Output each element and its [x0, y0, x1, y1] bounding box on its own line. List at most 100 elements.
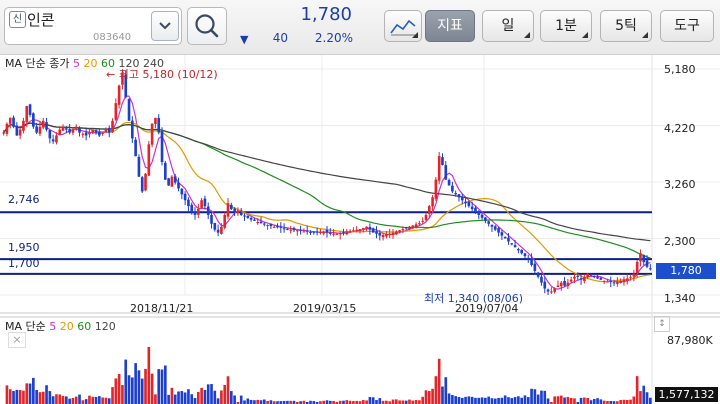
volume-bar	[583, 397, 586, 404]
volume-bar	[51, 396, 55, 404]
volume-bar	[414, 400, 418, 404]
volume-bar	[127, 375, 131, 404]
volume-bar	[94, 396, 98, 404]
candle-body	[210, 214, 213, 224]
volume-bar	[210, 384, 213, 404]
volume-bar	[32, 377, 35, 404]
candle-body	[286, 228, 289, 230]
candle-body	[203, 198, 207, 207]
volume-bar	[183, 392, 187, 404]
price-ma-label: MA 단순 종가	[5, 57, 70, 70]
candle-body	[467, 201, 471, 207]
stock-selector[interactable]: 신 인콘 083640	[4, 7, 182, 45]
volume-bar	[394, 399, 398, 404]
candle-body	[177, 182, 180, 189]
candle-body	[559, 282, 563, 287]
volume-bar	[45, 385, 48, 404]
volume-bar	[104, 397, 108, 404]
ma-20-line	[3, 121, 651, 283]
ma-20-label: 20	[83, 57, 98, 70]
tick-label: 5틱	[615, 18, 637, 34]
level-line-label: 2,746	[8, 193, 40, 206]
candle-body	[576, 275, 580, 277]
candle-body	[550, 291, 553, 293]
candle-body	[107, 127, 111, 133]
volume-bar	[164, 365, 167, 404]
candle-body	[32, 113, 35, 127]
candle-body	[256, 222, 260, 224]
price-change: 40	[272, 31, 288, 45]
period-button[interactable]: 일	[482, 10, 534, 42]
candle-body	[513, 245, 517, 248]
candle-body	[612, 282, 616, 284]
candle-body	[114, 103, 118, 120]
volume-bar	[216, 398, 220, 404]
volume-bar	[200, 387, 203, 404]
candle-body	[507, 237, 510, 242]
volume-bar	[25, 383, 29, 404]
price-volume-chart[interactable]	[0, 55, 720, 404]
volume-bar	[526, 397, 530, 404]
candle-body	[477, 210, 481, 215]
stock-dropdown-button[interactable]	[151, 11, 179, 41]
volume-bar	[632, 396, 636, 404]
candle-body	[533, 263, 537, 271]
volume-bar	[111, 387, 114, 404]
candle-body	[622, 279, 626, 283]
volume-bar	[84, 399, 88, 404]
volume-bar	[253, 400, 256, 404]
candle-body	[365, 226, 368, 230]
candle-body	[259, 221, 263, 224]
candle-body	[305, 230, 309, 232]
candle-body	[170, 176, 174, 187]
candle-body	[322, 231, 326, 234]
candle-body	[147, 144, 151, 176]
volume-bar	[421, 396, 425, 404]
volume-bar	[223, 384, 227, 404]
minute-button[interactable]: 1분	[540, 10, 592, 42]
tools-button[interactable]: 도구	[660, 10, 714, 42]
volume-bar	[58, 394, 62, 404]
volume-bar	[259, 400, 263, 404]
volume-bar	[134, 363, 137, 404]
chart-type-button[interactable]	[384, 10, 422, 42]
volume-bar	[451, 395, 454, 404]
volume-bar	[170, 387, 174, 404]
indicator-button[interactable]: 지표	[425, 10, 475, 42]
y-tick-label: 2,300	[664, 235, 696, 248]
candle-body	[404, 227, 408, 229]
candle-body	[131, 120, 134, 139]
volume-bar	[98, 396, 101, 404]
candle-body	[51, 139, 55, 142]
close-icon[interactable]: ×	[8, 332, 26, 348]
price-change-rate: 2.20%	[314, 31, 353, 45]
minute-label: 1분	[555, 18, 577, 34]
volume-bar	[622, 399, 626, 404]
candle-body	[573, 276, 576, 279]
resize-handle-icon[interactable]: ↕	[654, 316, 670, 332]
search-button[interactable]	[187, 7, 227, 45]
candle-body	[2, 132, 5, 134]
volume-bar	[457, 397, 461, 404]
volume-bar	[38, 392, 42, 404]
candle-body	[137, 156, 141, 177]
candle-body	[602, 280, 606, 282]
volume-bar	[229, 391, 233, 404]
chart-area[interactable]: MA 단순 종가 5 20 60 120 240 ← 최고 5,180 (10/…	[0, 55, 720, 404]
x-date-label: 2018/11/21	[130, 302, 194, 315]
vol-ma-5-label: 5	[49, 320, 57, 333]
volume-bar	[262, 399, 266, 404]
candle-body	[8, 117, 12, 124]
tick-button[interactable]: 5틱	[600, 10, 652, 42]
volume-bar	[408, 399, 411, 404]
volume-bar	[65, 396, 68, 404]
volume-bar	[474, 397, 477, 404]
volume-bar	[586, 398, 589, 404]
volume-bar	[484, 397, 487, 404]
volume-bar	[124, 359, 128, 404]
volume-bar	[375, 400, 378, 404]
volume-bar	[243, 400, 246, 404]
candle-body	[361, 227, 365, 230]
corner-indicator	[582, 32, 588, 38]
volume-bar	[513, 397, 517, 404]
